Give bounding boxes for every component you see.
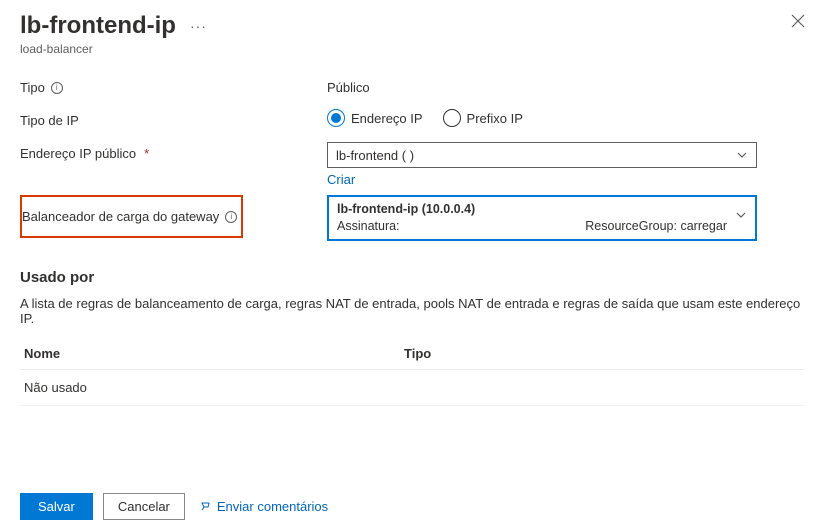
tipo-label: Tipo — [20, 80, 45, 95]
required-asterisk: * — [144, 146, 149, 161]
gateway-label-highlight: Balanceador de carga do gateway i — [20, 195, 243, 238]
radio-prefixo-ip[interactable]: Prefixo IP — [443, 109, 523, 127]
usado-por-desc: A lista de regras de balanceamento de ca… — [20, 296, 805, 326]
footer-bar: Salvar Cancelar Enviar comentários — [0, 480, 825, 532]
col-nome-header: Nome — [24, 346, 404, 361]
cancel-button[interactable]: Cancelar — [103, 493, 185, 520]
feedback-link[interactable]: Enviar comentários — [199, 498, 328, 515]
feedback-label: Enviar comentários — [217, 499, 328, 514]
save-button[interactable]: Salvar — [20, 493, 93, 520]
chevron-down-icon — [736, 149, 748, 161]
page-title: lb-frontend-ip — [20, 12, 176, 40]
chevron-down-icon — [735, 209, 747, 221]
radio-endereco-ip[interactable]: Endereço IP — [327, 109, 423, 127]
gateway-value-title: lb-frontend-ip (10.0.0.4) — [337, 201, 727, 218]
feedback-icon — [199, 498, 213, 515]
info-icon[interactable]: i — [51, 82, 63, 94]
endereco-publico-label: Endereço IP público — [20, 146, 136, 161]
panel-header: lb-frontend-ip ··· load-balancer — [0, 0, 825, 60]
row-nome-cell: Não usado — [24, 380, 404, 395]
gateway-label: Balanceador de carga do gateway — [22, 209, 219, 224]
table-row: Não usado — [20, 370, 805, 406]
page-subtitle: load-balancer — [20, 42, 805, 56]
tipo-value: Público — [327, 76, 805, 95]
gateway-dropdown[interactable]: lb-frontend-ip (10.0.0.4) Assinatura: Re… — [327, 195, 757, 241]
dropdown-value: lb-frontend ( ) — [336, 148, 414, 163]
usado-por-table: Nome Tipo Não usado — [20, 338, 805, 406]
more-actions-button[interactable]: ··· — [186, 16, 211, 36]
info-icon[interactable]: i — [225, 211, 237, 223]
radio-label: Prefixo IP — [467, 111, 523, 126]
criar-link[interactable]: Criar — [327, 172, 355, 187]
radio-label: Endereço IP — [351, 111, 423, 126]
gateway-sub-right: ResourceGroup: carregar — [585, 218, 727, 235]
usado-por-title: Usado por — [20, 269, 805, 286]
tipo-ip-label: Tipo de IP — [20, 113, 79, 128]
endereco-publico-dropdown[interactable]: lb-frontend ( ) — [327, 142, 757, 168]
close-icon[interactable] — [791, 14, 805, 31]
col-tipo-header: Tipo — [404, 346, 431, 361]
gateway-sub-left: Assinatura: — [337, 218, 400, 235]
